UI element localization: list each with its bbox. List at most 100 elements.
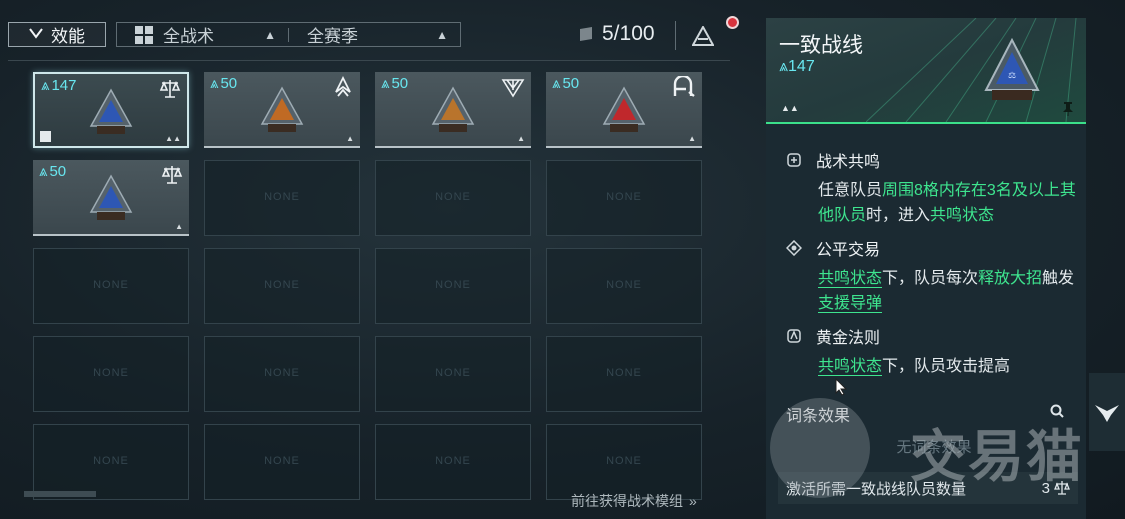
a-logo-icon: [672, 74, 696, 103]
module-counter: 5/100: [580, 22, 655, 46]
side-tab-button[interactable]: [1089, 373, 1125, 451]
requirement-label: 激活所需一致战线队员数量: [786, 480, 967, 498]
header-rays: [866, 18, 1077, 122]
empty-slot-label: NONE: [93, 367, 129, 379]
empty-slot-label: NONE: [435, 191, 471, 203]
module-chip-icon: ⚖: [982, 37, 1042, 111]
module-chip-icon: [89, 174, 133, 229]
module-count: 5/100: [602, 22, 655, 45]
cost-icon: ⩓: [41, 77, 50, 94]
cost-value: 50: [49, 163, 67, 180]
module-slot[interactable]: ⩓ 50 ▲: [33, 160, 189, 236]
pin-icon[interactable]: [1062, 102, 1074, 116]
rank-stars: ▲: [688, 134, 696, 143]
triangle-up-icon: ▲: [264, 27, 276, 42]
empty-slot[interactable]: NONE: [33, 248, 189, 324]
empty-slot[interactable]: NONE: [375, 160, 531, 236]
effect-name: 黄金法则: [816, 330, 881, 347]
empty-slot[interactable]: NONE: [375, 248, 531, 324]
cost-label: ⩓ 50: [381, 75, 408, 92]
scales-icon: [159, 78, 181, 105]
scales-icon: [1054, 481, 1070, 495]
panel-title: 一致战线: [779, 34, 863, 57]
empty-slot-label: NONE: [264, 191, 300, 203]
cost-icon: ⩓: [381, 75, 390, 92]
cost-icon: ⩓: [779, 58, 789, 75]
filter-bar: 效能 全战术 ▲ 全赛季 ▲: [8, 20, 461, 50]
module-chip-icon: [260, 86, 304, 141]
empty-slot[interactable]: NONE: [375, 336, 531, 412]
goto-acquire-link[interactable]: 前往获得战术模组 »: [571, 491, 697, 511]
grid-icon: [135, 25, 153, 44]
empty-slot[interactable]: NONE: [546, 160, 702, 236]
cost-label: ⩓ 50: [39, 163, 66, 180]
empty-slot-label: NONE: [606, 279, 642, 291]
module-slot[interactable]: ⩓ 147 ▲▲: [33, 72, 189, 148]
requirement-row: 激活所需一致战线队员数量 3: [778, 472, 1078, 504]
rank-stars: ▲: [517, 134, 525, 143]
filter-group: 全战术 ▲ 全赛季 ▲: [116, 22, 461, 47]
empty-slot[interactable]: NONE: [546, 336, 702, 412]
panel-cost: ⩓147: [779, 58, 815, 75]
wing-emblem-icon: [1095, 405, 1119, 422]
trade-icon: [786, 240, 802, 256]
empty-slot[interactable]: NONE: [33, 336, 189, 412]
hawk-icon: [332, 75, 354, 103]
user-icon: [40, 131, 51, 142]
empty-slot-label: NONE: [435, 367, 471, 379]
effect-desc: 共鸣状态下，队员每次释放大招触发支援导弹: [818, 270, 1075, 313]
empty-slot[interactable]: NONE: [204, 424, 360, 500]
module-chip-icon: [431, 86, 475, 141]
empty-slot[interactable]: NONE: [33, 424, 189, 500]
empty-slot[interactable]: NONE: [546, 424, 702, 500]
divider: [8, 60, 730, 61]
empty-slot-label: NONE: [93, 279, 129, 291]
module-slot[interactable]: ⩓ 50 ▲: [546, 72, 702, 148]
effect-name: 公平交易: [816, 242, 881, 259]
scales-icon: [161, 164, 183, 191]
empty-slot-label: NONE: [264, 279, 300, 291]
empty-slot-label: NONE: [264, 455, 300, 467]
module-slot[interactable]: ⩓ 50 ▲: [204, 72, 360, 148]
effect-2: 公平交易 共鸣状态下，队员每次释放大招触发支援导弹: [786, 236, 1076, 316]
empty-slot[interactable]: NONE: [204, 336, 360, 412]
svg-text:⚖: ⚖: [1008, 71, 1016, 81]
empty-slot-label: NONE: [606, 367, 642, 379]
rank-stars: ▲: [346, 134, 354, 143]
module-slot[interactable]: ⩓ 50 ▲: [375, 72, 531, 148]
cost-value: 50: [562, 75, 580, 92]
season-filter-dropdown[interactable]: 全赛季 ▲: [289, 23, 460, 46]
requirement-value: 3: [1042, 480, 1070, 497]
footer-bar: [24, 491, 96, 497]
empty-slot-label: NONE: [264, 367, 300, 379]
effect-sort-button[interactable]: 效能: [8, 22, 106, 47]
effect-sort-label: 效能: [51, 27, 85, 46]
empty-slot[interactable]: NONE: [375, 424, 531, 500]
rank-stars: ▲▲: [781, 103, 799, 113]
cost-value: 147: [51, 77, 77, 94]
effect-1: 战术共鸣 任意队员周围8格内存在3名及以上其他队员时，进入共鸣状态: [786, 148, 1076, 228]
golden-rule-icon: [787, 329, 801, 343]
empty-slot-label: NONE: [93, 455, 129, 467]
rank-filter-button[interactable]: [675, 21, 729, 50]
effect-name: 战术共鸣: [816, 154, 881, 171]
goto-acquire-label: 前往获得战术模组: [571, 493, 683, 509]
cursor-icon: [835, 378, 847, 396]
cube-icon: [580, 26, 592, 42]
empty-slot[interactable]: NONE: [204, 160, 360, 236]
chevron-down-icon: [29, 26, 43, 43]
detail-panel: 一致战线 ⩓147 ⚖ ▲▲ 战术共鸣 任意队员周围8格内存在3名及以上其他队员…: [766, 18, 1086, 519]
tactic-filter-dropdown[interactable]: 全战术 ▲: [117, 23, 288, 46]
empty-slot-label: NONE: [606, 455, 642, 467]
effect-3: 黄金法则 共鸣状态下，队员攻击提高: [786, 324, 1076, 379]
module-chip-icon: [602, 86, 646, 141]
empty-slot[interactable]: NONE: [546, 248, 702, 324]
module-chip-icon: [89, 88, 133, 143]
keywords-title: 词条效果: [786, 408, 851, 425]
search-icon[interactable]: [1050, 404, 1064, 418]
rank-triangle-icon: [691, 25, 714, 46]
empty-slot[interactable]: NONE: [204, 248, 360, 324]
keywords-empty: 无词条效果: [896, 439, 972, 456]
cost-label: ⩓ 50: [210, 75, 237, 92]
detail-header: 一致战线 ⩓147 ⚖ ▲▲: [766, 18, 1086, 124]
